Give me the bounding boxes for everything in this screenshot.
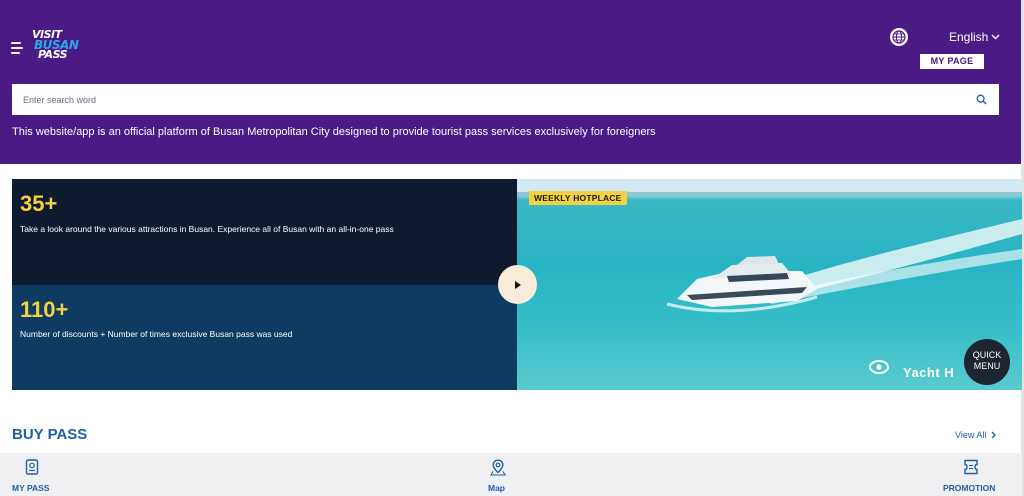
my-page-button[interactable]: MY PAGE [920,54,984,69]
nav-my-pass[interactable]: MY PASS [12,453,62,496]
weekly-hotplace-badge: WEEKLY HOTPLACE [529,191,627,205]
globe-icon[interactable] [890,28,908,46]
search-input[interactable] [12,84,962,115]
stat-discounts-description: Number of discounts + Number of times ex… [20,329,293,339]
nav-map-label: Map [488,483,505,493]
stat-discounts-panel: 110+ Number of discounts + Number of tim… [12,285,517,390]
quick-menu-line1: QUICK [972,350,1002,360]
buy-pass-heading: BUY PASS [12,426,88,443]
hero-caption: Yacht H [903,365,955,380]
official-platform-notice: This website/app is an official platform… [12,126,656,138]
quick-menu-button[interactable]: QUICK MENU [964,339,1010,385]
yacht-illustration [517,179,1022,390]
chevron-down-icon [991,34,1000,40]
pass-card-icon [25,459,39,475]
view-all-link[interactable]: View All [955,430,997,440]
language-selector[interactable]: English [949,30,1000,44]
nav-promotion[interactable]: PROMOTION [943,453,1003,496]
visit-busan-pass-logo[interactable]: VISIT BUSAN PASS [32,29,80,64]
nav-map[interactable]: Map [486,453,512,496]
chevron-right-icon [991,431,997,439]
search-icon[interactable] [976,94,987,105]
nav-my-pass-label: MY PASS [12,483,50,493]
search-bar [12,84,999,115]
play-button[interactable] [498,265,537,304]
hamburger-menu-icon[interactable] [11,42,25,54]
page: VISIT BUSAN PASS English MY PAGE Enter s… [0,0,1024,496]
map-pin-icon [490,459,506,476]
nav-promotion-label: PROMOTION [943,483,996,493]
ticket-icon [964,459,978,475]
stat-attractions-description: Take a look around the various attractio… [20,224,394,234]
site-header: VISIT BUSAN PASS English MY PAGE Enter s… [0,0,1022,164]
stat-discounts-value: 110+ [20,297,69,322]
language-label: English [949,30,989,44]
stat-attractions-value: 35+ [20,191,58,216]
quick-menu-line2: MENU [973,361,1001,371]
hero-yacht-image[interactable]: WEEKLY HOTPLACE Yacht H [517,179,1022,390]
bottom-navigation: MY PASS Map PROMOTION [0,453,1022,496]
stat-attractions-panel: 35+ Take a look around the various attra… [12,179,517,285]
view-all-label: View All [955,430,987,440]
